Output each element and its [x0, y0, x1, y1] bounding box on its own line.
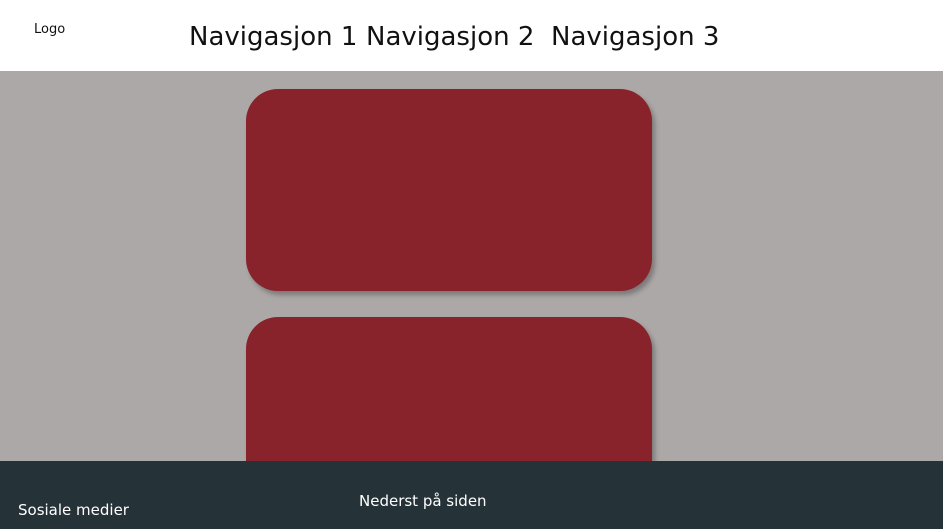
nav-link-1[interactable]: Navigasjon 1 [189, 19, 357, 55]
content-card [246, 89, 652, 291]
nav-link-3[interactable]: Navigasjon 3 [551, 19, 719, 55]
site-footer: Sosiale medier Nederst på siden [0, 461, 943, 529]
main-content [0, 71, 943, 517]
page: Logo Navigasjon 1 Navigasjon 2 Navigasjo… [0, 0, 943, 529]
logo[interactable]: Logo [34, 21, 65, 39]
footer-text: Nederst på siden [359, 492, 487, 510]
social-media-label[interactable]: Sosiale medier [18, 500, 129, 520]
site-header: Logo Navigasjon 1 Navigasjon 2 Navigasjo… [0, 0, 943, 71]
nav-link-2[interactable]: Navigasjon 2 [366, 19, 534, 55]
